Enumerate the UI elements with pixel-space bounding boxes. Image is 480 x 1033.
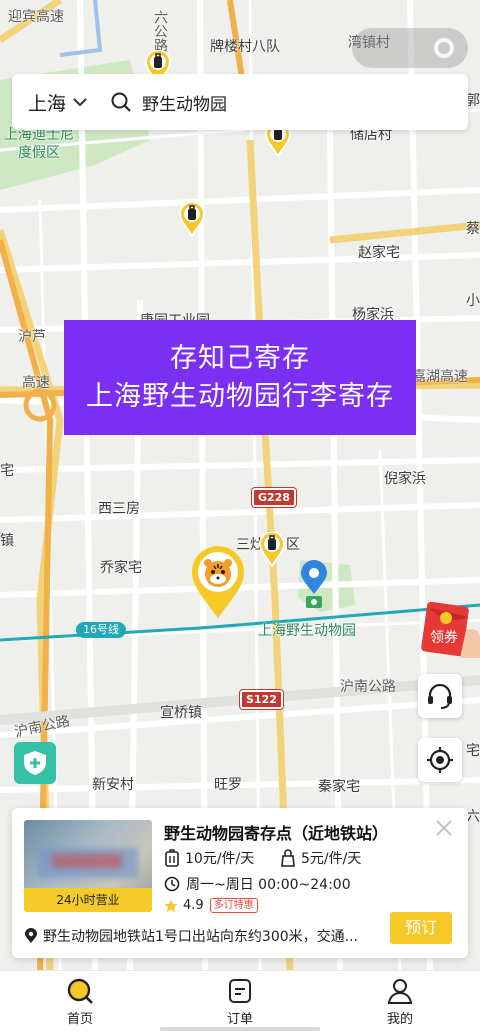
user-icon — [387, 979, 413, 1004]
tiger-location-pin-icon[interactable] — [190, 546, 246, 620]
red-envelope-icon: 领券 — [421, 601, 480, 658]
map-label-edge-1: 郭 — [466, 93, 480, 109]
map-label-wangluo: 旺罗 — [214, 777, 242, 793]
price-small: 5元/件/天 — [301, 851, 362, 867]
insurance-button[interactable] — [14, 742, 56, 784]
map-label-zoo: 上海野生动物园 — [258, 623, 356, 639]
star-icon — [164, 899, 178, 912]
road-badge-s122: S122 — [240, 690, 283, 709]
tab-bar: 首页 订单 我的 — [0, 970, 480, 1033]
business-hours-row: 周一~周日 00:00~24:00 — [164, 874, 351, 894]
map-label-edge-4: 宅 — [0, 463, 14, 479]
road-badge-g228: G228 — [252, 488, 296, 507]
destination-pin-icon[interactable] — [300, 560, 328, 612]
map-label-liu2: 六 — [466, 809, 480, 825]
rating-value: 4.9 — [183, 898, 204, 913]
close-icon[interactable] — [434, 818, 454, 838]
search-query: 野生动物园 — [142, 94, 227, 115]
store-name: 野生动物园寄存点（近地铁站） — [164, 824, 389, 843]
metro-line-badge: 16号线 — [76, 622, 126, 638]
map-label-resort-2: 度假区 — [18, 145, 60, 161]
map-label-hulu-2: 高速 — [22, 375, 50, 391]
map-label-edge-2: 蔡 — [466, 221, 480, 237]
chevron-down-icon — [73, 98, 87, 107]
map-label-xiao: 小 — [466, 293, 480, 309]
toggle-knob-icon — [434, 38, 454, 58]
shield-plus-icon — [24, 751, 46, 775]
address-row: 野生动物园地铁站1号口出站向东约300米，交通... — [24, 926, 384, 946]
map-label-nijia: 倪家浜 — [384, 471, 426, 487]
search-icon — [111, 92, 131, 112]
tab-orders[interactable]: 订单 — [160, 971, 320, 1033]
bag-icon — [281, 849, 295, 867]
location-icon — [25, 928, 37, 943]
map-label-zhen: 镇 — [0, 533, 14, 549]
map-layer-toggle[interactable] — [352, 28, 468, 68]
map-label-yingbin: 迎宾高速 — [8, 9, 64, 25]
luggage-pin-icon[interactable] — [178, 201, 206, 238]
tab-orders-label: 订单 — [226, 1012, 253, 1027]
price-large-row: 10元/件/天 — [164, 848, 254, 868]
order-list-icon — [229, 979, 251, 1003]
tab-home[interactable]: 首页 — [0, 971, 160, 1033]
search-bar: 上海 野生动物园 — [12, 74, 468, 130]
discount-badge: 多订特惠 — [209, 898, 258, 913]
customer-service-button[interactable] — [418, 674, 462, 718]
map-label-liu-road: 六公路 — [152, 10, 168, 52]
locate-me-button[interactable] — [418, 738, 462, 782]
price-large: 10元/件/天 — [185, 851, 255, 867]
business-hours: 周一~周日 00:00~24:00 — [186, 877, 351, 893]
book-button[interactable]: 预订 — [390, 912, 452, 944]
home-search-icon — [67, 978, 93, 1004]
map-label-edge-3: 宅 — [466, 743, 480, 759]
clock-icon — [164, 876, 180, 892]
headset-icon — [428, 683, 452, 709]
tab-home-label: 首页 — [66, 1012, 93, 1027]
store-card[interactable]: 24小时营业 野生动物园寄存点（近地铁站） 10元/件/天 5元/件/天 周一~… — [12, 808, 468, 958]
city-selector[interactable]: 上海 — [12, 74, 110, 130]
map-label-qu: 区 — [286, 537, 300, 553]
search-input[interactable]: 野生动物园 — [110, 74, 468, 130]
rating-row: 4.9 多订特惠 — [164, 898, 258, 913]
map-label-zhaojia: 赵家宅 — [358, 245, 400, 261]
banner-line-1: 存知己寄存 — [170, 342, 310, 374]
coupon-label: 领券 — [430, 629, 458, 645]
map-label-xuanqiao: 宣桥镇 — [160, 705, 202, 721]
tab-profile[interactable]: 我的 — [320, 971, 480, 1033]
map-label-huhu: 嘉湖高速 — [412, 369, 468, 385]
map-label-hulu-1: 沪芦 — [18, 329, 46, 345]
map-label-paifang: 牌楼村八队 — [210, 39, 280, 55]
map-label-xinan: 新安村 — [92, 777, 134, 793]
hours-tag: 24小时营业 — [24, 888, 152, 912]
large-luggage-icon — [165, 849, 179, 867]
tab-profile-label: 我的 — [386, 1012, 413, 1027]
city-name: 上海 — [28, 92, 67, 115]
banner-line-2: 上海野生动物园行李寄存 — [86, 380, 394, 412]
map-label-qiaojia: 乔家宅 — [100, 560, 142, 576]
coupon-button[interactable]: 领券 — [420, 600, 480, 658]
address-text: 野生动物园地铁站1号口出站向东约300米，交通... — [43, 929, 358, 945]
luggage-pin-icon[interactable] — [258, 531, 286, 568]
map-label-qinjia: 秦家宅 — [318, 779, 360, 795]
promo-banner: 存知己寄存 上海野生动物园行李寄存 — [64, 320, 416, 435]
crosshair-icon — [427, 747, 453, 773]
map-label-hunan-1: 沪南公路 — [340, 679, 396, 695]
map-label-xisanfang: 西三房 — [98, 501, 140, 517]
price-small-row: 5元/件/天 — [280, 848, 361, 868]
home-indicator — [160, 1027, 320, 1031]
